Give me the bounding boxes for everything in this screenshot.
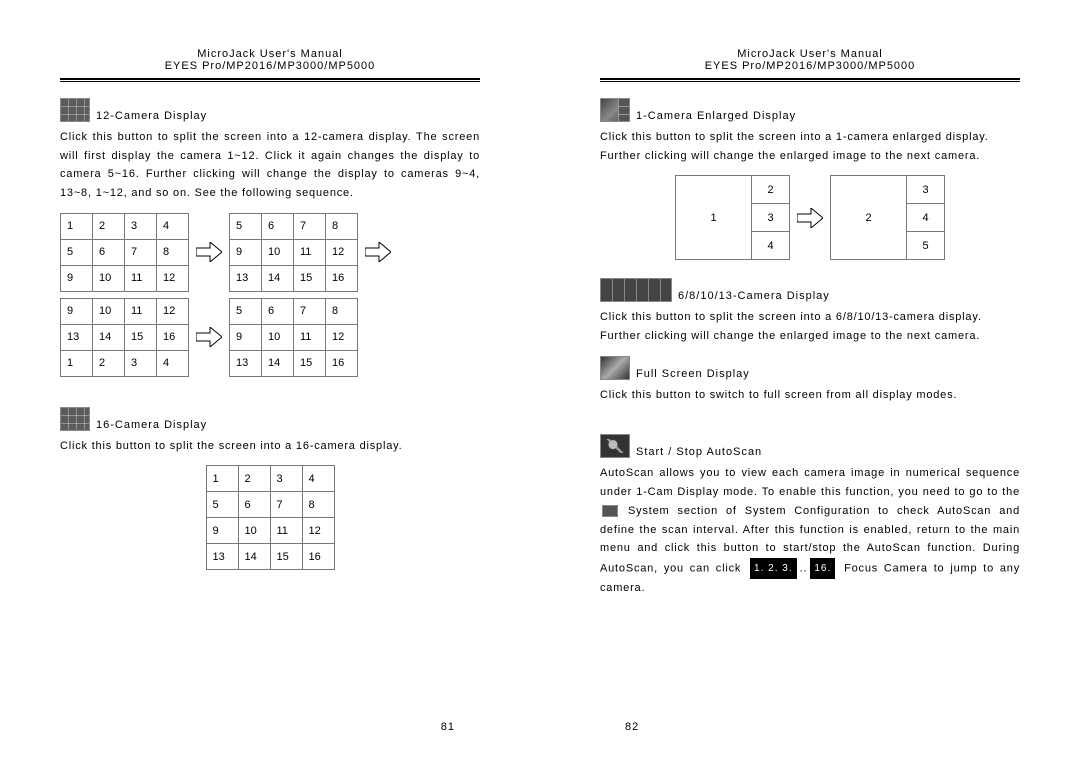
page-81: MicroJack User's Manual EYES Pro/MP2016/… — [0, 0, 540, 763]
sequence-row-1: 1234 5678 9101112 5678 9101112 13141516 — [60, 213, 480, 292]
page-number: 81 — [441, 721, 455, 733]
arrow-icon — [189, 327, 229, 347]
section-title-autoscan: Start / Stop AutoScan — [636, 446, 762, 458]
enlarged-grid-b: 23 4 5 — [830, 175, 945, 260]
focus-last: 16. — [810, 558, 835, 579]
grid-16: 1234 5678 9101112 13141516 — [206, 465, 335, 570]
arrow-icon — [189, 242, 229, 262]
section-16cam: 16-Camera Display — [60, 407, 480, 431]
grid-12-a: 1234 5678 9101112 — [60, 213, 189, 292]
grid-12-icon — [60, 98, 90, 122]
grid-12-b: 5678 9101112 13141516 — [229, 213, 358, 292]
header-right: MicroJack User's Manual EYES Pro/MP2016/… — [600, 48, 1020, 82]
fullscreen-icon — [600, 356, 630, 380]
autoscan-icon — [600, 434, 630, 458]
header-subtitle: EYES Pro/MP2016/MP3000/MP5000 — [60, 60, 480, 72]
content-left: 12-Camera Display Click this button to s… — [60, 98, 480, 570]
grid-12-c: 9101112 13141516 1234 — [60, 298, 189, 377]
section-autoscan: Start / Stop AutoScan — [600, 434, 1020, 458]
system-inline-icon — [602, 505, 618, 517]
section-fullscreen: Full Screen Display — [600, 356, 1020, 380]
body-fullscreen: Click this button to switch to full scre… — [600, 386, 1020, 405]
header-rule — [60, 78, 480, 82]
section-title-16cam: 16-Camera Display — [96, 419, 207, 431]
section-1cam: 1-Camera Enlarged Display — [600, 98, 1020, 122]
sequence-row-2: 9101112 13141516 1234 5678 9101112 13141… — [60, 298, 480, 377]
body-12cam: Click this button to split the screen in… — [60, 128, 480, 203]
grid-12-d: 5678 9101112 13141516 — [229, 298, 358, 377]
page-82: MicroJack User's Manual EYES Pro/MP2016/… — [540, 0, 1080, 763]
section-title-6810: 6/8/10/13-Camera Display — [678, 290, 830, 302]
enlarged-sequence: 12 3 4 23 4 5 — [600, 175, 1020, 260]
arrow-icon — [358, 242, 398, 262]
section-title-fullscreen: Full Screen Display — [636, 368, 750, 380]
autoscan-text-1: AutoScan allows you to view each camera … — [600, 467, 1020, 498]
section-6810: 6/8/10/13-Camera Display — [600, 278, 1020, 302]
body-autoscan: AutoScan allows you to view each camera … — [600, 464, 1020, 597]
body-1cam: Click this button to split the screen in… — [600, 128, 1020, 165]
section-title-1cam: 1-Camera Enlarged Display — [636, 110, 796, 122]
header-title: MicroJack User's Manual — [60, 48, 480, 60]
enlarged-grid-a: 12 3 4 — [675, 175, 790, 260]
multi-cam-icon — [600, 278, 672, 302]
page-number: 82 — [625, 721, 639, 733]
content-right: 1-Camera Enlarged Display Click this but… — [600, 98, 1020, 598]
section-12cam: 12-Camera Display — [60, 98, 480, 122]
focus-buttons: 1. 2. 3. — [750, 558, 797, 579]
header-left: MicroJack User's Manual EYES Pro/MP2016/… — [60, 48, 480, 82]
grid-16-icon — [60, 407, 90, 431]
arrow-icon — [790, 208, 830, 228]
header-rule — [600, 78, 1020, 82]
header-subtitle: EYES Pro/MP2016/MP3000/MP5000 — [600, 60, 1020, 72]
enlarged-1-icon — [600, 98, 630, 122]
header-title: MicroJack User's Manual — [600, 48, 1020, 60]
section-title-12cam: 12-Camera Display — [96, 110, 207, 122]
body-16cam: Click this button to split the screen in… — [60, 437, 480, 456]
body-6810: Click this button to split the screen in… — [600, 308, 1020, 345]
focus-dots: .. — [800, 562, 808, 574]
